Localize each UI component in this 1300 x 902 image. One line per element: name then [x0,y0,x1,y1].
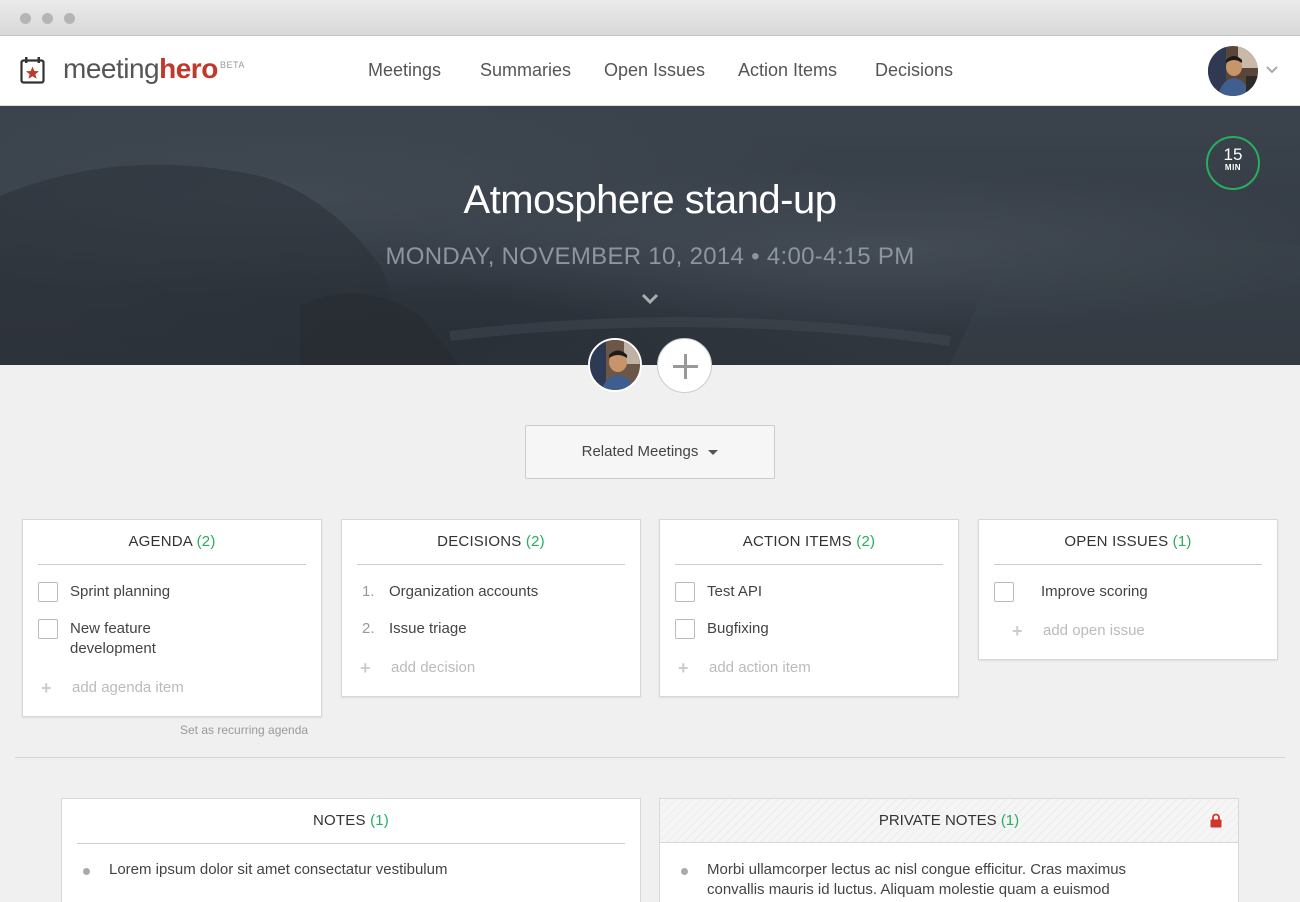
agenda-item-label: Sprint planning [70,583,171,600]
open-issues-count: (1) [1172,533,1192,550]
agenda-item: New feature development [38,619,308,661]
action-items-card: ACTION ITEMS (2) Test API Bugfixing + ad… [659,519,959,697]
nav-summaries[interactable]: Summaries [480,60,571,81]
private-note-line2[interactable]: convallis mauris id luctus. Aliquam mole… [707,880,1110,900]
calendar-star-icon [20,57,45,84]
add-open-issue-button[interactable]: + add open issue [994,622,1264,642]
open-issues-card: OPEN ISSUES (1) Improve scoring + add op… [978,519,1278,660]
agenda-item-checkbox[interactable] [38,582,58,602]
add-decision-label: add decision [391,659,476,676]
agenda-item-checkbox[interactable] [38,619,58,639]
set-recurring-agenda-link[interactable]: Set as recurring agenda [180,723,308,737]
agenda-item-label-line2: development [70,640,156,657]
meeting-hero-banner: Atmosphere stand-up MONDAY, NOVEMBER 10,… [0,106,1300,365]
decisions-count: (2) [525,533,545,550]
open-issues-title: OPEN ISSUES [1064,533,1169,550]
attendee-avatar[interactable] [588,338,642,392]
bullet-icon [83,868,90,875]
plus-icon: + [360,658,371,678]
bullet-icon [681,868,688,875]
open-issue-item: Improve scoring [994,582,1264,604]
logo-wordmark[interactable]: meetinghero [63,53,218,85]
notes-card: NOTES (1) Lorem ipsum dolor sit amet con… [61,798,641,902]
window-close-dot[interactable] [20,13,31,24]
private-notes-card: PRIVATE NOTES (1) Morbi ullamcorper lect… [659,798,1239,902]
decision-item[interactable]: 1. Organization accounts [357,582,627,604]
logo-hero: hero [159,53,218,84]
private-notes-title: PRIVATE NOTES [878,812,997,829]
action-items-title: ACTION ITEMS [742,533,852,550]
decision-number: 2. [362,620,375,637]
add-action-item-label: add action item [709,659,811,676]
plus-icon: + [678,658,689,678]
section-divider [15,757,1285,758]
caret-down-icon [708,449,719,455]
window-zoom-dot[interactable] [64,13,75,24]
logo-meeting: meeting [63,53,160,84]
action-item: Bugfixing [675,619,945,641]
plus-icon [673,354,698,379]
private-note-line1[interactable]: Morbi ullamcorper lectus ac nisl congue … [707,860,1126,880]
decisions-title: DECISIONS [437,533,522,550]
add-agenda-item-label: add agenda item [72,679,184,696]
open-issues-header: OPEN ISSUES (1) [994,520,1262,565]
window-titlebar [0,0,1300,36]
action-item-label: Test API [707,583,763,600]
add-agenda-item-button[interactable]: + add agenda item [38,679,308,699]
decisions-card: DECISIONS (2) 1. Organization accounts 2… [341,519,641,697]
add-open-issue-label: add open issue [1043,622,1145,639]
chevron-down-icon[interactable] [1265,62,1279,76]
beta-badge: BETA [220,60,245,70]
add-action-item-button[interactable]: + add action item [675,659,945,679]
nav-meetings[interactable]: Meetings [368,60,441,81]
notes-title: NOTES [313,812,366,829]
agenda-card: AGENDA (2) Sprint planning New feature d… [22,519,322,717]
agenda-header: AGENDA (2) [38,520,306,565]
decision-label: Issue triage [389,620,467,637]
private-notes-count: (1) [1000,812,1020,829]
meeting-datetime: MONDAY, NOVEMBER 10, 2014 • 4:00-4:15 PM [385,243,915,270]
nav-decisions[interactable]: Decisions [875,60,953,81]
agenda-item: Sprint planning [38,582,308,604]
timer-value: 15 [1223,145,1243,164]
action-item-checkbox[interactable] [675,619,695,639]
open-issue-checkbox[interactable] [994,582,1014,602]
notes-count: (1) [370,812,389,829]
related-meetings-dropdown[interactable]: Related Meetings [525,425,775,479]
nav-open-issues[interactable]: Open Issues [604,60,705,81]
add-attendee-button[interactable] [657,338,712,393]
action-item-label: Bugfixing [707,620,769,637]
action-item: Test API [675,582,945,604]
user-avatar[interactable] [1208,46,1258,96]
chevron-down-icon[interactable] [640,292,660,306]
plus-icon: + [1012,621,1023,641]
decision-number: 1. [362,583,375,600]
action-items-header: ACTION ITEMS (2) [675,520,943,565]
agenda-count: (2) [196,533,216,550]
agenda-item-label-line1: New feature [70,620,151,637]
landscape-background [0,164,1300,365]
plus-icon: + [41,678,52,698]
timer-unit: MIN [1224,163,1242,172]
decisions-header: DECISIONS (2) [357,520,625,565]
window-minimize-dot[interactable] [42,13,53,24]
open-issue-label: Improve scoring [1041,583,1148,600]
action-items-count: (2) [856,533,876,550]
related-meetings-label: Related Meetings [581,443,699,460]
decision-label: Organization accounts [389,583,539,600]
agenda-title: AGENDA [128,533,193,550]
note-item[interactable]: Lorem ipsum dolor sit amet consectatur v… [109,860,447,880]
top-nav: meetinghero BETA Meetings Summaries Open… [0,36,1300,106]
add-decision-button[interactable]: + add decision [357,659,627,679]
meeting-title: Atmosphere stand-up [463,178,837,222]
private-notes-header: PRIVATE NOTES (1) [660,799,1238,843]
nav-action-items[interactable]: Action Items [738,60,837,81]
action-item-checkbox[interactable] [675,582,695,602]
meeting-duration-timer: 15 MIN [1206,136,1260,190]
decision-item[interactable]: 2. Issue triage [357,619,627,641]
lock-icon [1210,813,1222,828]
notes-header: NOTES (1) [77,799,625,844]
